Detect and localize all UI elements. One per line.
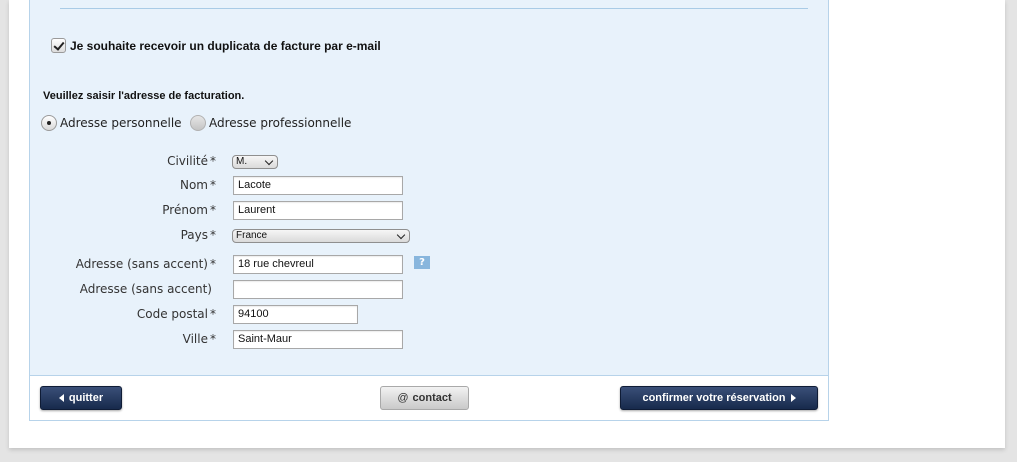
radio-icon[interactable] <box>190 115 206 131</box>
email-duplicate-label: Je souhaite recevoir un duplicata de fac… <box>70 38 381 53</box>
confirm-reservation-button[interactable]: confirmer votre réservation <box>620 386 818 410</box>
prenom-input[interactable]: Laurent <box>233 201 403 220</box>
civilite-select[interactable]: M. <box>232 155 278 169</box>
prenom-label: Prénom * <box>162 203 216 217</box>
civilite-label: Civilité * <box>167 154 216 168</box>
adresse1-input[interactable]: 18 rue chevreul <box>233 255 403 274</box>
chevron-down-icon <box>396 230 406 239</box>
code-postal-label: Code postal * <box>136 307 216 321</box>
check-icon[interactable] <box>51 38 66 53</box>
ville-input[interactable]: Saint-Maur <box>233 330 403 349</box>
adresse2-input[interactable] <box>233 280 403 299</box>
radio-icon[interactable] <box>41 115 57 131</box>
code-postal-input[interactable]: 94100 <box>233 305 358 324</box>
billing-address-title: Veuillez saisir l'adresse de facturation… <box>43 90 245 102</box>
action-bar: quitter @ contact confirmer votre réserv… <box>29 376 829 421</box>
pays-label: Pays * <box>180 228 216 242</box>
nom-input[interactable]: Lacote <box>233 176 403 195</box>
nom-label: Nom * <box>179 178 216 192</box>
page-container: Je souhaite recevoir un duplicata de fac… <box>9 0 1005 448</box>
radio-professional-address[interactable]: Adresse professionnelle <box>190 115 351 131</box>
pays-select[interactable]: France <box>232 229 410 243</box>
adresse1-label: Adresse (sans accent) * <box>75 257 216 271</box>
radio-personal-label: Adresse personnelle <box>60 116 182 130</box>
email-duplicate-option[interactable]: Je souhaite recevoir un duplicata de fac… <box>51 38 381 53</box>
help-icon[interactable]: ? <box>414 256 430 269</box>
chevron-down-icon <box>264 156 274 165</box>
contact-button[interactable]: @ contact <box>380 386 469 410</box>
at-icon: @ <box>397 392 409 404</box>
ville-label: Ville * <box>182 332 216 346</box>
adresse2-label: Adresse (sans accent) <box>79 282 212 296</box>
divider <box>60 8 808 9</box>
billing-panel: Je souhaite recevoir un duplicata de fac… <box>29 0 829 376</box>
radio-personal-address[interactable]: Adresse personnelle <box>41 115 182 131</box>
arrow-left-icon <box>58 394 64 402</box>
arrow-right-icon <box>790 394 796 402</box>
radio-professional-label: Adresse professionnelle <box>209 116 352 130</box>
quit-button[interactable]: quitter <box>40 386 122 410</box>
